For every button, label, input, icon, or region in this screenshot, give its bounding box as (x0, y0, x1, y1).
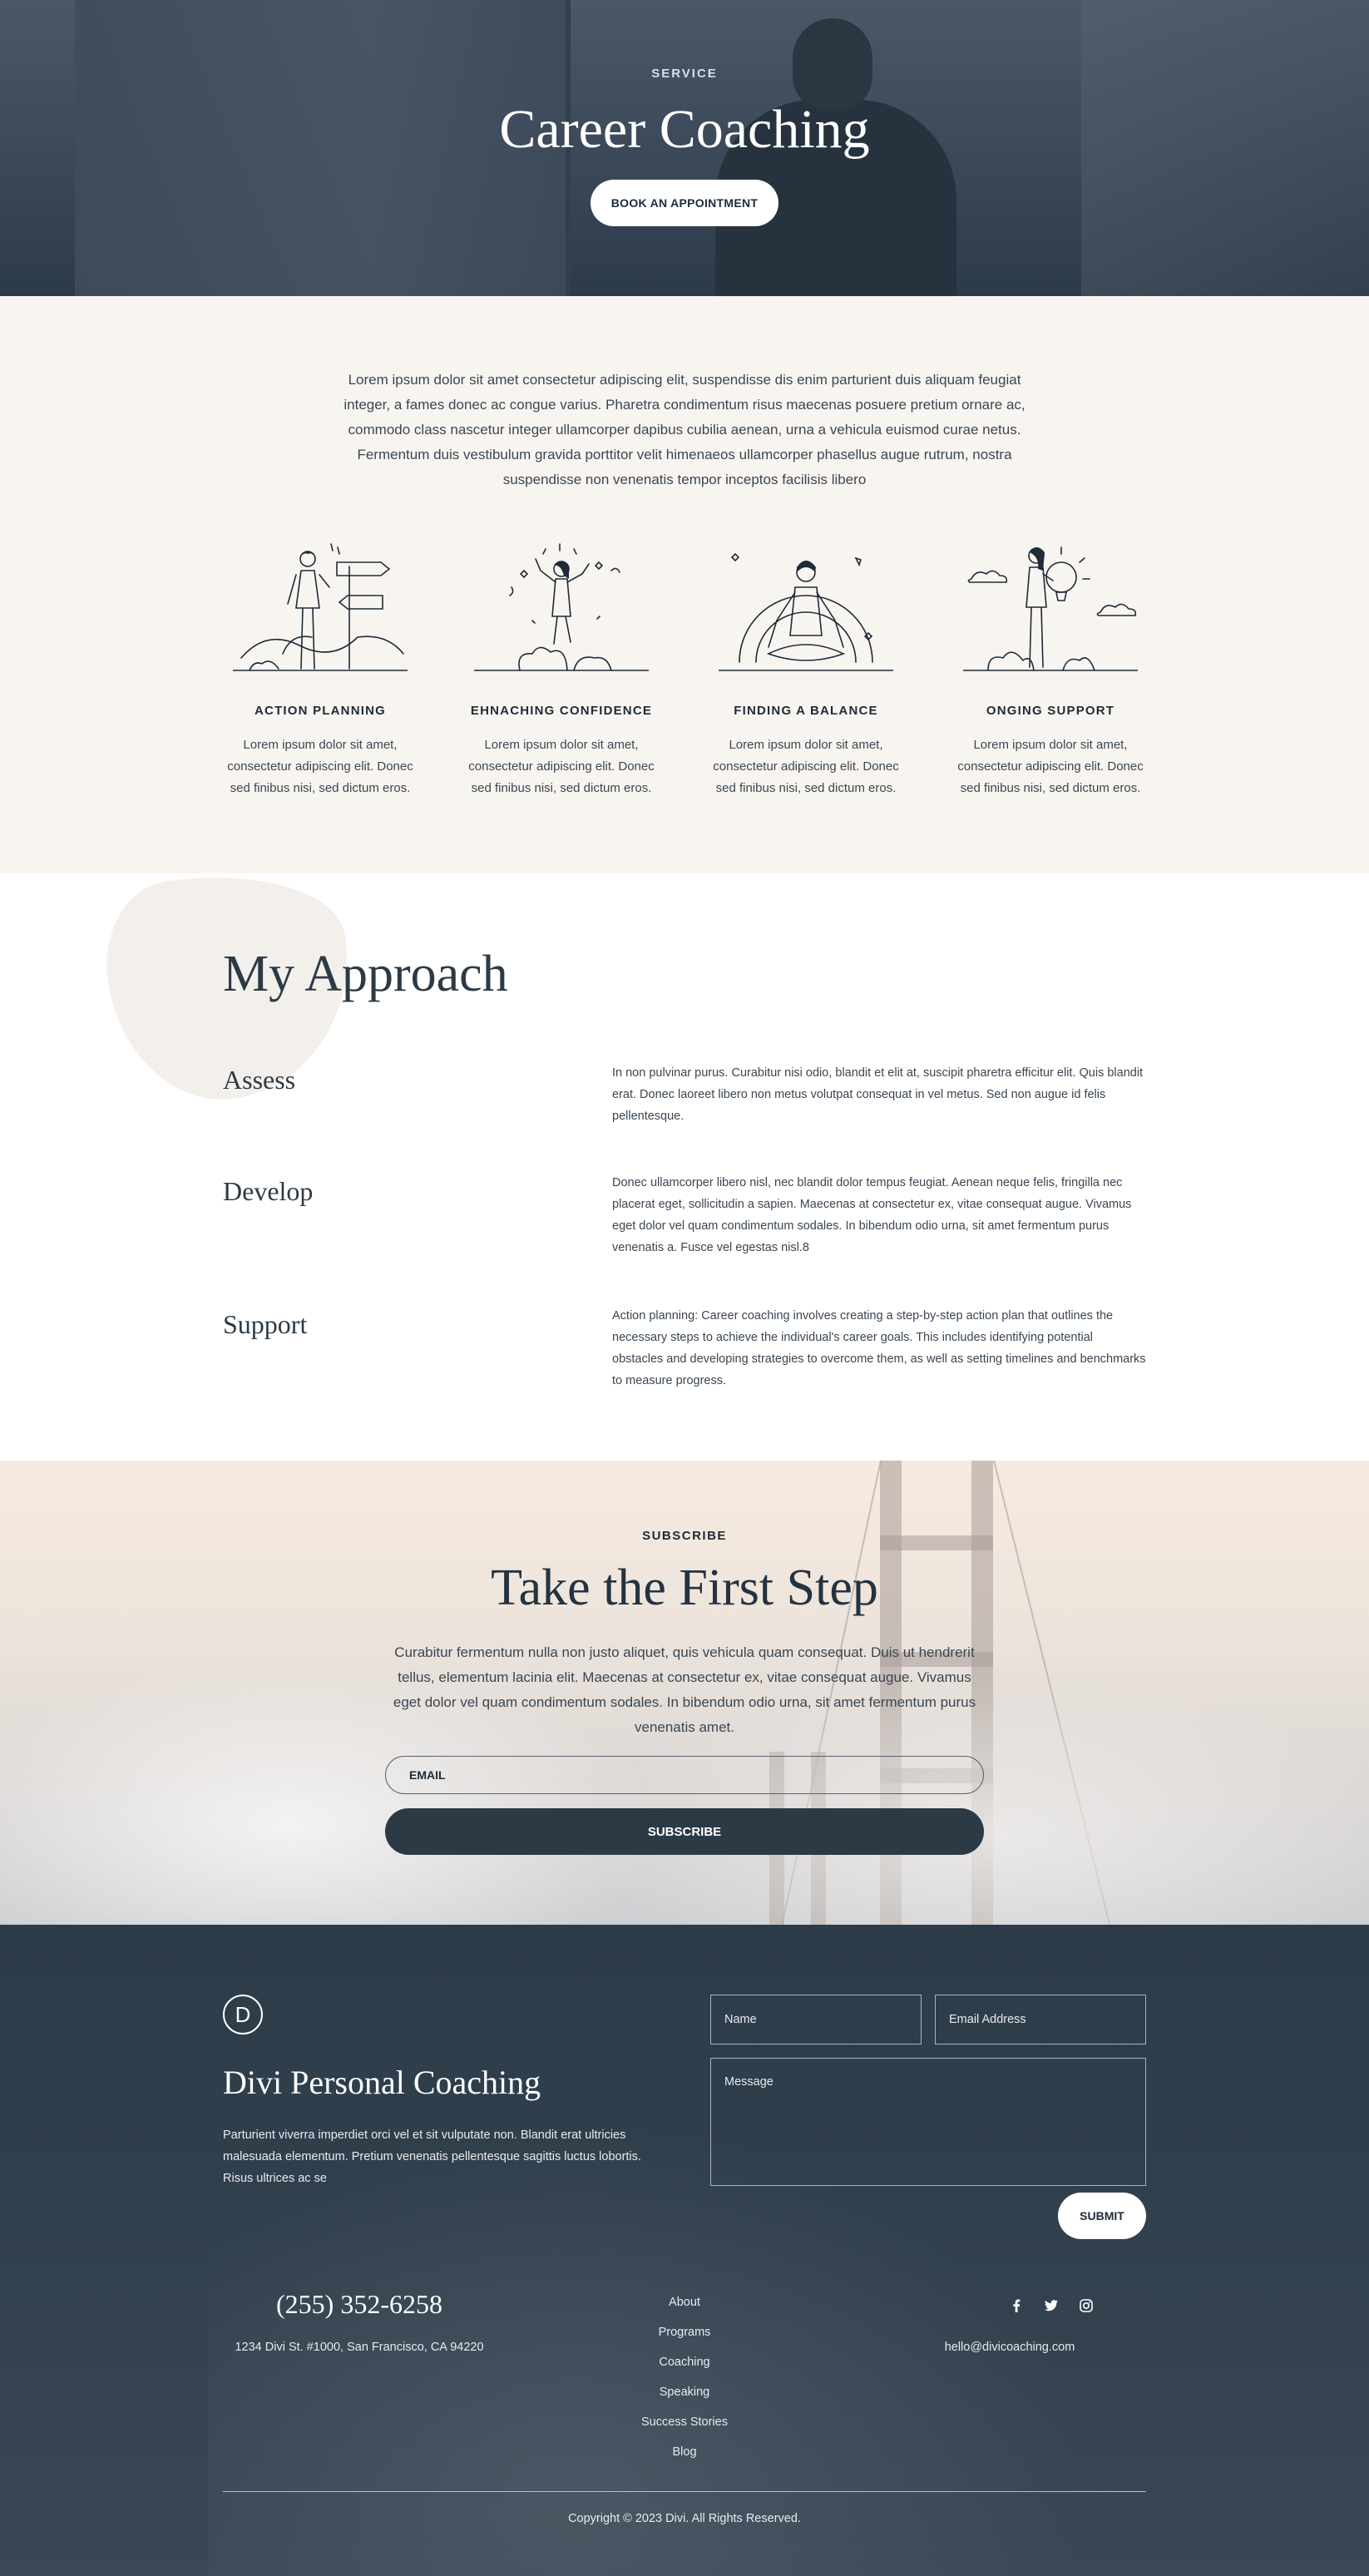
footer-link-speaking[interactable]: Speaking (582, 2377, 787, 2407)
feature-support: ONGING SUPPORT Lorem ipsum dolor sit ame… (948, 537, 1153, 799)
feature-text: Lorem ipsum dolor sit amet, consectetur … (957, 738, 1144, 795)
step-text-develop: Donec ullamcorper libero nisl, nec bland… (612, 1176, 1132, 1254)
feature-text: Lorem ipsum dolor sit amet, consectetur … (468, 738, 655, 795)
footer-description: Parturient viverra imperdiet orci vel et… (223, 2129, 641, 2185)
feature-title: FINDING A BALANCE (734, 704, 878, 718)
footer-nav: About Programs Coaching Speaking Success… (582, 2287, 787, 2467)
footer-link-coaching[interactable]: Coaching (582, 2347, 787, 2377)
email-field[interactable]: Email Address (935, 1995, 1146, 2044)
meditating-person-illustration (719, 552, 893, 671)
subscribe-text: Curabitur fermentum nulla non justo aliq… (393, 1644, 976, 1735)
submit-button[interactable]: SUBMIT (1058, 2193, 1146, 2239)
feature-balance: FINDING A BALANCE Lorem ipsum dolor sit … (704, 537, 908, 799)
footer-address: 1234 Divi St. #1000, San Francisco, CA 9… (235, 2341, 484, 2354)
step-label-develop: Develop (223, 1176, 314, 1206)
subscribe-kicker: SUBSCRIBE (642, 1529, 727, 1543)
step-text-assess: In non pulvinar purus. Curabitur nisi od… (612, 1066, 1144, 1123)
hero-kicker: SERVICE (651, 67, 718, 81)
name-field[interactable]: Name (710, 1995, 922, 2044)
approach-title: My Approach (223, 946, 508, 1002)
feature-title: ONGING SUPPORT (986, 704, 1115, 718)
footer-phone[interactable]: (255) 352-6258 (223, 2289, 496, 2320)
subscribe-button[interactable]: SUBSCRIBE (385, 1808, 984, 1855)
page-title: Career Coaching (499, 99, 870, 160)
signpost-person-illustration (233, 543, 408, 671)
message-field[interactable]: Message (710, 2058, 1146, 2186)
step-label-support: Support (223, 1309, 308, 1339)
footer-link-blog[interactable]: Blog (582, 2437, 787, 2467)
subscribe-section: SUBSCRIBE Take the First Step Curabitur … (0, 1461, 1369, 1925)
footer-link-about[interactable]: About (582, 2287, 787, 2317)
feature-text: Lorem ipsum dolor sit amet, consectetur … (713, 738, 899, 795)
jumping-person-illustration (474, 543, 649, 671)
footer-email[interactable]: hello@divicoaching.com (873, 2341, 1146, 2354)
footer-brand: Divi Personal Coaching (223, 2064, 541, 2101)
intro-section: Lorem ipsum dolor sit amet consectetur a… (0, 296, 1369, 873)
facebook-icon[interactable] (1010, 2299, 1023, 2312)
divi-logo-icon[interactable]: D (223, 1995, 263, 2035)
email-input[interactable]: EMAIL (385, 1756, 984, 1794)
feature-title: ACTION PLANNING (255, 704, 386, 718)
intro-paragraph: Lorem ipsum dolor sit amet consectetur a… (343, 372, 1026, 487)
subscribe-title: Take the First Step (491, 1560, 878, 1616)
step-label-assess: Assess (223, 1065, 296, 1095)
copyright: Copyright © 2023 Divi. All Rights Reserv… (568, 2512, 801, 2525)
footer: D Divi Personal Coaching Parturient vive… (0, 1925, 1369, 2576)
instagram-icon[interactable] (1080, 2299, 1093, 2312)
feature-action-planning: ACTION PLANNING Lorem ipsum dolor sit am… (218, 537, 423, 799)
footer-link-success-stories[interactable]: Success Stories (582, 2407, 787, 2437)
feature-text: Lorem ipsum dolor sit amet, consectetur … (227, 738, 413, 795)
book-appointment-button[interactable]: BOOK AN APPOINTMENT (591, 180, 778, 226)
hero-section: SERVICE Career Coaching BOOK AN APPOINTM… (0, 0, 1369, 296)
step-text-support: Action planning: Career coaching involve… (612, 1309, 1146, 1387)
approach-section: My Approach Assess In non pulvinar purus… (0, 873, 1369, 1461)
footer-link-programs[interactable]: Programs (582, 2317, 787, 2347)
feature-title: EHNACHING CONFIDENCE (470, 704, 653, 718)
twitter-icon[interactable] (1045, 2299, 1058, 2312)
social-links (956, 2299, 1146, 2312)
footer-divider (223, 2491, 1146, 2492)
feature-confidence: EHNACHING CONFIDENCE Lorem ipsum dolor s… (459, 537, 664, 799)
lightbulb-person-illustration (963, 546, 1138, 671)
